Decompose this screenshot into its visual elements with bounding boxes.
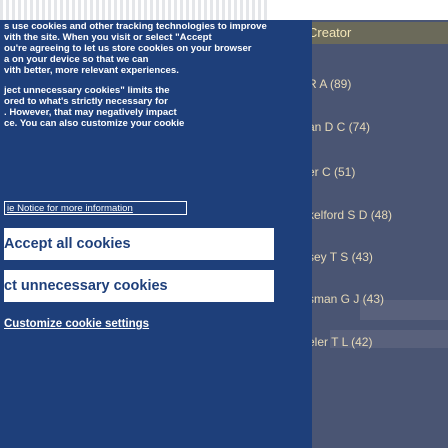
accept-all-cookies-button[interactable]: Accept all cookies [4, 228, 274, 260]
cookie-notice-link[interactable]: ie Notice for more information [4, 201, 187, 215]
consent-text-line: vith better, more relevant experiences. [4, 65, 179, 76]
author-list-header: Creator [300, 22, 448, 44]
author-list-item[interactable]: er C (51) [300, 161, 448, 183]
consent-text-line: vith the site. When you visit or select … [4, 32, 212, 43]
consent-text-line: ou're agreeing to let us store cookies o… [4, 43, 252, 54]
consent-text-line: ored to what's strictly necessary for [4, 96, 168, 107]
author-list-item[interactable]: sman G J (43) [300, 288, 448, 310]
consent-text-line: ject unnecessary cookies" limits the [4, 85, 170, 96]
cookie-consent-modal: s use cookies and other tracking technol… [0, 20, 312, 448]
consent-text-line: s use cookies and other tracking technol… [4, 21, 267, 32]
reject-button-label: ct unnecessary cookies [4, 278, 168, 294]
accept-button-label: Accept all cookies [4, 236, 131, 252]
background-dotted-pattern [0, 0, 270, 20]
author-list-item[interactable]: eler T L (42) [300, 331, 448, 353]
author-list-item[interactable]: R A (89) [300, 73, 448, 95]
author-list-item[interactable]: sey T S (43) [300, 246, 448, 268]
background-top-bar [0, 0, 448, 20]
author-list-item[interactable]: kelford S D (48) [300, 204, 448, 226]
consent-text-line: a on your device so that we can [4, 54, 149, 65]
customize-cookie-settings-link[interactable]: Customize cookie settings [4, 318, 149, 330]
author-list-item[interactable]: an D C (74) [300, 116, 448, 138]
consent-text-line: ce. You can also customize your cookie [4, 118, 185, 129]
consent-text-line: . However, that may negatively impact [4, 107, 177, 118]
reject-unnecessary-cookies-button[interactable]: ct unnecessary cookies [4, 270, 274, 302]
